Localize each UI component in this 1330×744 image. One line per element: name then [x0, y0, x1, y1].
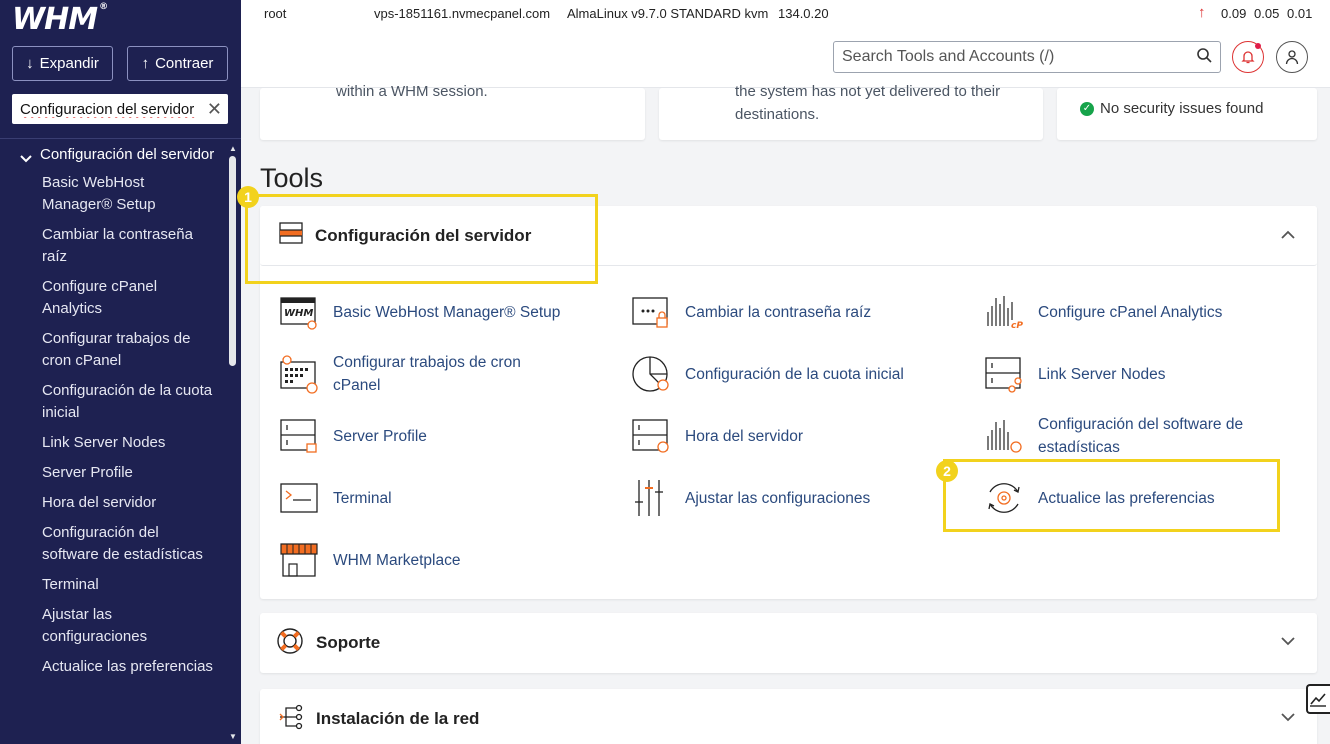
sidebar-item[interactable]: Actualice las preferencias [0, 652, 226, 682]
step-badge-2: 2 [936, 460, 958, 482]
svg-text:WHM: WHM [284, 308, 313, 319]
tool-initial-quota[interactable]: Configuración de la cuota inicial [631, 354, 904, 394]
search-input[interactable] [842, 48, 1196, 66]
tool-server-time[interactable]: Hora del servidor [631, 416, 803, 456]
security-status: ✓ No security issues found [1080, 100, 1263, 117]
scrollbar-thumb[interactable] [229, 156, 236, 366]
user-menu-button[interactable] [1276, 41, 1308, 73]
tool-server-profile[interactable]: Server Profile [279, 416, 427, 456]
sidebar-item[interactable]: Terminal [0, 570, 226, 600]
whm-setup-icon: WHM [280, 297, 317, 330]
svg-text:cP: cP [1011, 321, 1023, 331]
header [241, 28, 1330, 88]
tools-heading: Tools [260, 163, 324, 193]
sidebar-item[interactable]: Configurar trabajos de cron cPanel [0, 324, 226, 376]
user-icon [1285, 50, 1299, 65]
sidebar-item[interactable]: Link Server Nodes [0, 428, 226, 458]
search-icon[interactable] [1196, 47, 1212, 68]
password-icon [632, 297, 668, 328]
chevron-down-icon [20, 148, 32, 170]
chevron-down-icon[interactable] [1281, 633, 1295, 649]
stats-gear-icon [987, 420, 1022, 453]
tool-tweak-settings[interactable]: Ajustar las configuraciones [631, 478, 870, 518]
sidebar-item[interactable]: Configuración de la cuota inicial [0, 376, 226, 428]
server-profile-icon [280, 419, 317, 453]
chevron-down-icon[interactable] [1281, 709, 1295, 725]
user-label: root [264, 6, 287, 21]
tool-cron-jobs[interactable]: Configurar trabajos de cron cPanel [279, 351, 553, 397]
tool-terminal[interactable]: Terminal [279, 478, 392, 518]
pie-chart-icon [632, 356, 669, 392]
whm-logo[interactable]: WHM ® [12, 2, 108, 37]
load-15: 0.01 [1287, 6, 1313, 21]
sidebar-item[interactable]: Basic WebHost Manager® Setup [0, 168, 226, 220]
info-card-1: within a WHM session. [260, 83, 645, 140]
version-label: 134.0.20 [778, 6, 829, 21]
sidebar-item[interactable]: Configure cPanel Analytics [0, 272, 226, 324]
load-up-arrow-icon: ↑ [1198, 4, 1206, 21]
server-clock-icon [632, 419, 669, 453]
sidebar-item[interactable]: Ajustar las configuraciones [0, 600, 226, 652]
notification-dot [1255, 43, 1261, 49]
network-panel-header[interactable]: Instalación de la red [260, 689, 1317, 744]
sidebar-divider [0, 138, 241, 139]
sidebar-item[interactable]: Hora del servidor [0, 488, 226, 518]
arrow-up-icon: ↑ [141, 55, 150, 72]
scroll-up-icon[interactable]: ▲ [228, 144, 238, 154]
terminal-icon [280, 483, 318, 513]
collapse-button[interactable]: ↑ Contraer [127, 46, 228, 81]
analytics-icon: cP [987, 296, 1023, 331]
sidebar-search-input[interactable] [20, 100, 200, 118]
tool-cpanel-analytics[interactable]: cP Configure cPanel Analytics [984, 292, 1222, 332]
trend-chart-icon [1310, 693, 1326, 707]
bell-icon [1241, 51, 1255, 64]
clear-icon[interactable]: ✕ [207, 99, 222, 120]
load-5: 0.05 [1254, 6, 1280, 21]
highlight-box-2 [943, 459, 1280, 532]
highlight-box-1 [245, 194, 598, 284]
sliders-icon [635, 480, 663, 516]
info-card-2: the system has not yet delivered to thei… [659, 83, 1043, 140]
lifebuoy-icon [276, 627, 304, 660]
sidebar-scrollbar[interactable]: ▲ ▼ [228, 142, 238, 744]
step-badge-1: 1 [237, 186, 259, 208]
tool-stats-software[interactable]: Configuración del software de estadístic… [984, 413, 1268, 459]
sidebar-item[interactable]: Server Profile [0, 458, 226, 488]
server-link-icon [985, 357, 1022, 393]
tool-basic-setup[interactable]: WHM Basic WebHost Manager® Setup [279, 292, 560, 332]
network-icon [278, 704, 304, 735]
os-label: AlmaLinux v9.7.0 STANDARD kvm [567, 6, 769, 21]
sidebar-nav: Configuración del servidor Basic WebHost… [0, 142, 226, 682]
load-1: 0.09 [1221, 6, 1247, 21]
tools-search [833, 41, 1221, 73]
hostname-label: vps-1851161.nvmecpanel.com [374, 6, 551, 21]
analytics-widget-button[interactable] [1306, 684, 1330, 714]
sidebar-search: ✕ [12, 94, 228, 124]
server-info-bar: root vps-1851161.nvmecpanel.com AlmaLinu… [241, 0, 1330, 28]
sidebar-item[interactable]: Configuración del software de estadístic… [0, 518, 226, 570]
arrow-down-icon: ↓ [26, 55, 34, 72]
check-icon: ✓ [1080, 101, 1094, 116]
sidebar-category-server-config[interactable]: Configuración del servidor [0, 142, 226, 168]
tool-change-root-password[interactable]: Cambiar la contraseña raíz [631, 292, 871, 332]
sidebar-item[interactable]: Cambiar la contraseña raíz [0, 220, 226, 272]
expand-button[interactable]: ↓ Expandir [12, 46, 113, 81]
scroll-down-icon[interactable]: ▼ [228, 732, 238, 742]
support-panel-header[interactable]: Soporte [260, 613, 1317, 673]
chevron-up-icon[interactable] [1281, 226, 1295, 242]
tool-link-server-nodes[interactable]: Link Server Nodes [984, 354, 1166, 394]
storefront-icon [280, 543, 318, 577]
calendar-icon [280, 355, 318, 394]
notifications-button[interactable] [1232, 41, 1264, 73]
sidebar: WHM® ↓Expandir ↑Contraer ✕ Configuración… [0, 0, 241, 744]
tool-whm-marketplace[interactable]: WHM Marketplace [279, 540, 460, 580]
